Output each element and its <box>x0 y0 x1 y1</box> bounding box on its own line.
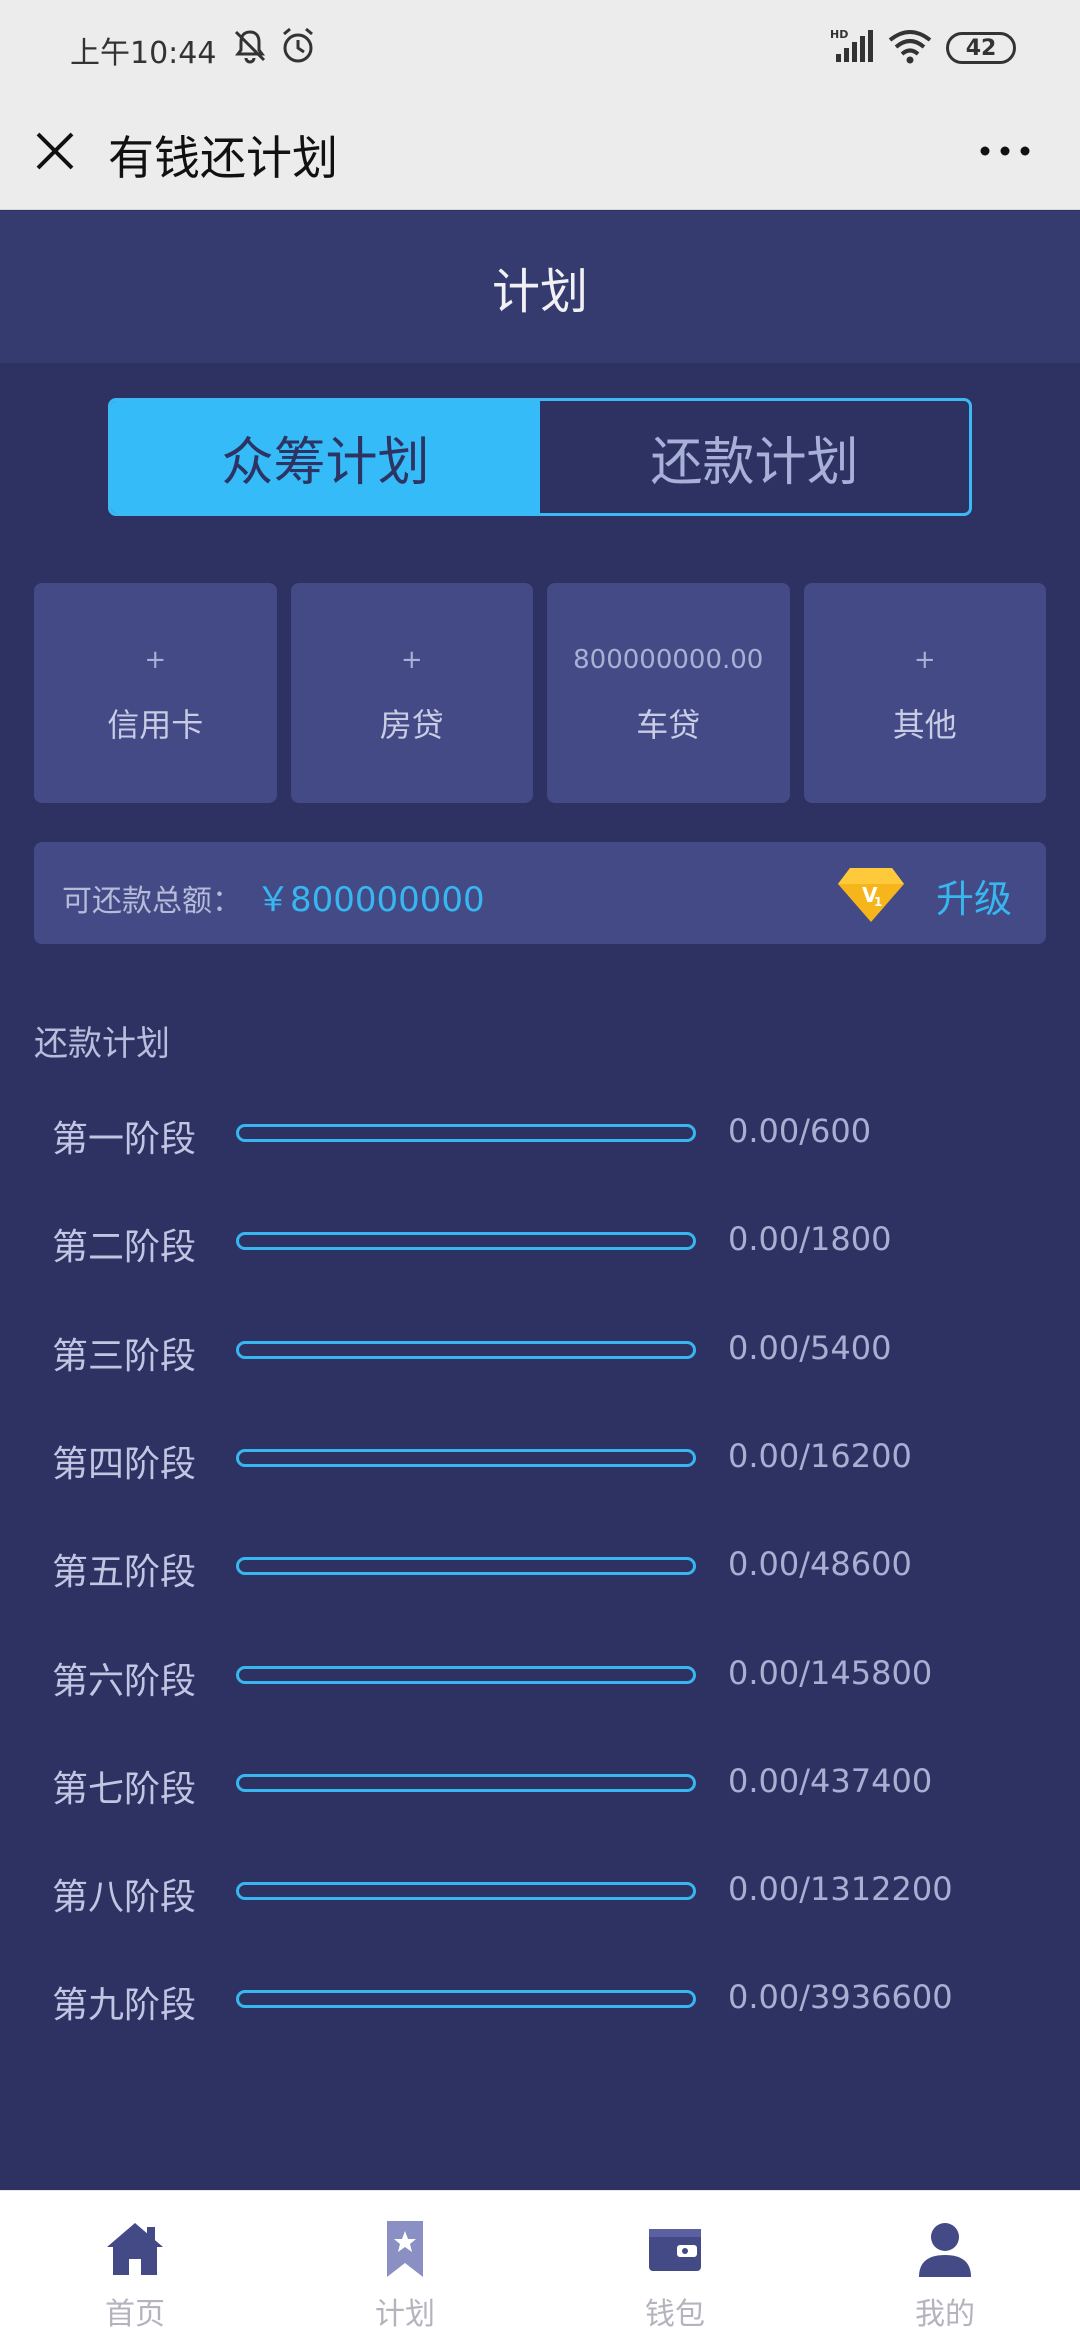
repayable-total-panel: 可还款总额： ￥800000000 V 1 升级 <box>34 842 1046 944</box>
card-label: 房贷 <box>379 706 444 744</box>
vip-level-gem-icon: V 1 <box>838 868 904 922</box>
stage-amount: 0.00/1800 <box>728 1220 892 1258</box>
card-value: 800000000.00 <box>573 645 764 675</box>
stage-name: 第六阶段 <box>52 1661 197 1702</box>
card-label: 车贷 <box>636 706 701 744</box>
tabbar-item-home[interactable]: 首页 <box>0 2191 270 2340</box>
stage-row: 第五阶段 0.00/48600 <box>52 1535 1052 1595</box>
status-time: 上午10:44 <box>70 36 217 71</box>
stage-row: 第七阶段 0.00/437400 <box>52 1752 1052 1812</box>
tabbar-label: 计划 <box>375 2297 435 2332</box>
card-label: 信用卡 <box>107 706 204 744</box>
stage-amount: 0.00/3936600 <box>728 1978 953 2016</box>
alarm-icon <box>283 27 313 63</box>
stage-name: 第一阶段 <box>52 1119 197 1160</box>
stage-name: 第八阶段 <box>52 1877 197 1918</box>
app-title: 有钱还计划 <box>108 131 338 185</box>
stage-row: 第八阶段 0.00/1312200 <box>52 1860 1052 1920</box>
signal-icon: HD <box>830 28 873 62</box>
stage-row: 第三阶段 0.00/5400 <box>52 1319 1052 1379</box>
upgrade-button[interactable]: 升级 <box>936 868 1012 923</box>
total-label: 可还款总额： <box>62 884 242 919</box>
title-bar: 有钱还计划 <box>0 96 1080 210</box>
stage-progress-bar <box>236 1666 696 1684</box>
tab-crowdfunding-plan[interactable]: 众筹计划 <box>111 401 540 513</box>
plan-section-title: 还款计划 <box>34 1024 170 1064</box>
card-mortgage[interactable]: + 房贷 <box>290 583 533 803</box>
debt-category-cards: + 信用卡 + 房贷 800000000.00 车贷 + 其他 <box>34 583 1046 803</box>
user-icon <box>919 2223 971 2277</box>
stage-name: 第五阶段 <box>52 1552 197 1593</box>
card-value: + <box>144 645 167 675</box>
stage-row: 第九阶段 0.00/3936600 <box>52 1968 1052 2028</box>
stage-amount: 0.00/145800 <box>728 1654 933 1692</box>
stage-amount: 0.00/48600 <box>728 1545 912 1583</box>
tabbar-label: 钱包 <box>645 2297 705 2332</box>
stage-name: 第四阶段 <box>52 1444 197 1485</box>
card-label: 其他 <box>892 706 957 744</box>
card-value: + <box>913 645 936 675</box>
home-icon <box>107 2223 163 2275</box>
mute-bell-icon <box>234 30 266 64</box>
tabbar-item-wallet[interactable]: 钱包 <box>540 2191 810 2340</box>
stage-amount: 0.00/600 <box>728 1112 872 1150</box>
wifi-icon <box>888 30 932 64</box>
wallet-icon <box>649 2229 701 2271</box>
svg-text:1: 1 <box>874 895 882 909</box>
tabbar-label: 我的 <box>915 2297 975 2332</box>
stage-amount: 0.00/16200 <box>728 1437 912 1475</box>
stage-row: 第一阶段 0.00/600 <box>52 1102 1052 1162</box>
stage-progress-bar <box>236 1232 696 1250</box>
battery-level: 42 <box>965 35 997 61</box>
stage-name: 第九阶段 <box>52 1985 197 2026</box>
stage-progress-bar <box>236 1124 696 1142</box>
card-credit-card[interactable]: + 信用卡 <box>34 583 277 803</box>
tabbar-label: 首页 <box>105 2297 165 2332</box>
stage-name: 第三阶段 <box>52 1336 197 1377</box>
stage-progress-bar <box>236 1341 696 1359</box>
stage-progress-bar <box>236 1449 696 1467</box>
card-other[interactable]: + 其他 <box>803 583 1046 803</box>
bottom-tab-bar: 首页 计划 钱包 我的 <box>0 2190 1080 2340</box>
battery-icon: 42 <box>946 32 1016 64</box>
tabbar-item-mine[interactable]: 我的 <box>810 2191 1080 2340</box>
stage-progress-bar <box>236 1882 696 1900</box>
tabbar-item-plan[interactable]: 计划 <box>270 2191 540 2340</box>
stage-name: 第二阶段 <box>52 1227 197 1268</box>
status-bar: 上午10:44 HD 42 <box>0 0 1080 96</box>
total-amount: ￥800000000 <box>256 880 485 920</box>
more-icon[interactable] <box>975 136 1035 166</box>
stage-row: 第六阶段 0.00/145800 <box>52 1644 1052 1704</box>
page-title: 计划 <box>491 264 588 320</box>
tab-repayment-plan[interactable]: 还款计划 <box>540 401 969 513</box>
stage-amount: 0.00/5400 <box>728 1329 892 1367</box>
card-value: + <box>400 645 423 675</box>
stage-progress-bar <box>236 1557 696 1575</box>
bookmark-star-icon <box>387 2221 423 2277</box>
page-header: 计划 <box>0 211 1080 363</box>
stage-progress-bar <box>236 1990 696 2008</box>
stage-row: 第四阶段 0.00/16200 <box>52 1427 1052 1487</box>
svg-text:HD: HD <box>830 28 848 41</box>
stage-row: 第二阶段 0.00/1800 <box>52 1210 1052 1270</box>
card-car-loan[interactable]: 800000000.00 车贷 <box>547 583 790 803</box>
stage-name: 第七阶段 <box>52 1769 197 1810</box>
close-icon[interactable] <box>30 126 80 176</box>
stage-progress-bar <box>236 1774 696 1792</box>
stage-amount: 0.00/1312200 <box>728 1870 953 1908</box>
plan-type-segmented-control: 众筹计划 还款计划 <box>108 398 972 516</box>
stage-amount: 0.00/437400 <box>728 1762 933 1800</box>
